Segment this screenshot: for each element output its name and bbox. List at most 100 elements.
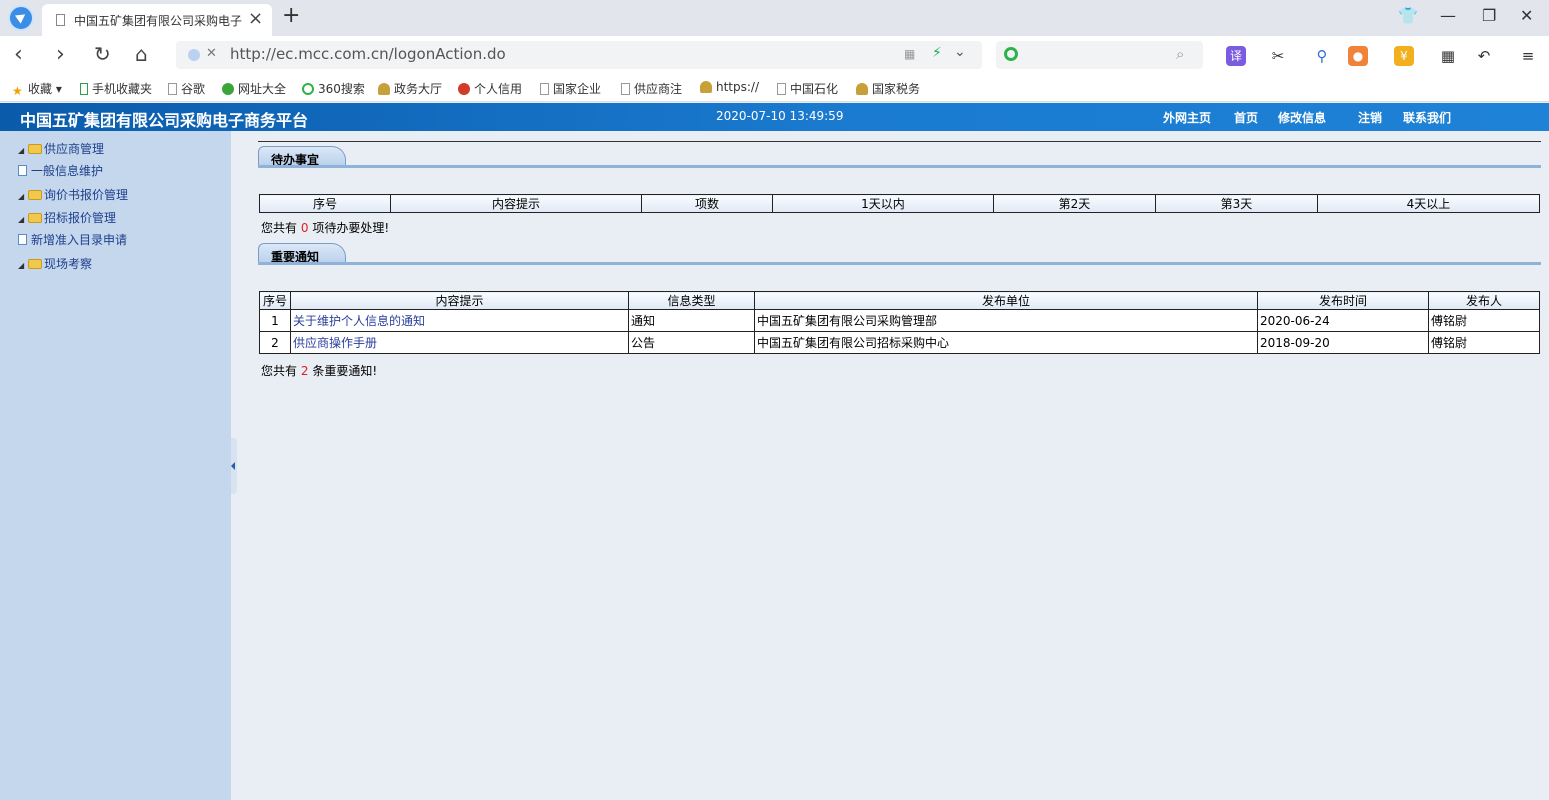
- bookmark-mobile[interactable]: 手机收藏夹: [80, 80, 152, 97]
- skin-icon[interactable]: 👕: [1398, 6, 1418, 25]
- todo-count: 0: [300, 221, 309, 235]
- notices-section-title: 重要通知: [258, 243, 347, 264]
- insecure-icon: ✕: [206, 46, 217, 61]
- game-icon[interactable]: ●: [1348, 46, 1368, 66]
- column-header: 项数: [641, 194, 773, 213]
- column-header: 1天以内: [772, 194, 994, 213]
- sidebar-item-general-info[interactable]: 一般信息维护: [18, 162, 103, 179]
- expand-icon[interactable]: ◢: [18, 192, 28, 201]
- table-header-row: 序号 内容提示 项数 1天以内 第2天 第3天 4天以上: [259, 194, 1540, 213]
- undo-icon[interactable]: ↶: [1474, 46, 1494, 66]
- expand-icon[interactable]: ◢: [18, 146, 28, 155]
- apps-grid-icon[interactable]: ▦: [1438, 46, 1458, 66]
- find-icon[interactable]: ⚲: [1312, 46, 1332, 66]
- sidebar-item-inquiry-quote[interactable]: ◢ 询价书报价管理: [18, 186, 128, 203]
- column-header: 内容提示: [390, 194, 642, 213]
- folder-icon: [28, 144, 42, 154]
- current-datetime: 2020-07-10 13:49:59: [716, 109, 844, 123]
- column-header: 信息类型: [628, 291, 755, 310]
- notice-type: 公告: [628, 331, 755, 354]
- nav-home[interactable]: 首页: [1234, 109, 1258, 126]
- browser-tab[interactable]: 中国五矿集团有限公司采购电子 ×: [42, 4, 272, 36]
- notices-table: 序号 内容提示 信息类型 发布单位 发布时间 发布人 1 关于维护个人信息的通知…: [259, 291, 1540, 354]
- divider: [258, 262, 1541, 265]
- page-icon: [56, 14, 65, 26]
- document-icon: [18, 234, 27, 245]
- search-engine-icon[interactable]: [1004, 47, 1018, 61]
- divider: [258, 141, 1541, 142]
- bookmark-tax[interactable]: 国家税务: [856, 80, 924, 97]
- bookmarks-bar: ★ 收藏 ▾ 手机收藏夹 谷歌 网址大全 360搜索 政务大厅 个人信用 国家企业…: [0, 76, 1549, 102]
- new-tab-button[interactable]: +: [282, 3, 300, 28]
- notice-publisher: 傅铭尉: [1428, 331, 1540, 354]
- notice-link[interactable]: 供应商操作手册: [290, 331, 629, 354]
- folder-icon: [28, 213, 42, 223]
- row-number: 2: [259, 331, 291, 354]
- row-number: 1: [259, 309, 291, 332]
- restore-icon[interactable]: ❐: [1482, 6, 1496, 25]
- security-icon[interactable]: [188, 49, 200, 61]
- table-row: 2 供应商操作手册 公告 中国五矿集团有限公司招标采购中心 2018-09-20…: [259, 331, 1540, 354]
- tab-title: 中国五矿集团有限公司采购电子: [74, 14, 243, 28]
- bookmark-https[interactable]: https://: [700, 80, 764, 94]
- wallet-icon[interactable]: ¥: [1394, 46, 1414, 66]
- nav-external-home[interactable]: 外网主页: [1163, 109, 1211, 126]
- browser-tabbar: 中国五矿集团有限公司采购电子 × + 👕 — ❐ ✕: [0, 0, 1549, 36]
- address-bar[interactable]: ✕ http://ec.mcc.com.cn/logonAction.do ▦ …: [176, 41, 982, 69]
- column-header: 第3天: [1155, 194, 1318, 213]
- site-title: 中国五矿集团有限公司采购电子商务平台: [20, 111, 309, 130]
- bookmark-sinopec[interactable]: 中国石化: [777, 80, 843, 97]
- sidebar-item-catalog-application[interactable]: 新增准入目录申请: [18, 231, 127, 248]
- bookmark-google[interactable]: 谷歌: [168, 80, 205, 97]
- notice-unit: 中国五矿集团有限公司采购管理部: [754, 309, 1258, 332]
- close-tab-icon[interactable]: ×: [248, 8, 263, 29]
- minimize-icon[interactable]: —: [1440, 6, 1456, 25]
- nav-contact[interactable]: 联系我们: [1403, 109, 1451, 126]
- reload-icon[interactable]: ↻: [94, 42, 111, 66]
- expand-icon[interactable]: ◢: [18, 215, 28, 224]
- address-url[interactable]: http://ec.mcc.com.cn/logonAction.do: [230, 45, 506, 63]
- nav-logout[interactable]: 注销: [1358, 109, 1382, 126]
- folder-icon: [28, 190, 42, 200]
- todo-section-header: 待办事宜: [258, 143, 1541, 168]
- divider: [258, 165, 1541, 168]
- search-box[interactable]: ⌕: [996, 41, 1203, 69]
- qr-code-icon[interactable]: ▦: [904, 47, 915, 61]
- close-window-icon[interactable]: ✕: [1520, 6, 1533, 25]
- nav-edit-info[interactable]: 修改信息: [1278, 109, 1326, 126]
- notice-link[interactable]: 关于维护个人信息的通知: [290, 309, 629, 332]
- chevron-down-icon[interactable]: ⌄: [954, 44, 966, 60]
- sidebar: ◢ 供应商管理 一般信息维护 ◢ 询价书报价管理 ◢ 招标报价管理 新增准入目录申请 …: [0, 131, 231, 800]
- translate-icon[interactable]: 译: [1226, 46, 1246, 66]
- notice-unit: 中国五矿集团有限公司招标采购中心: [754, 331, 1258, 354]
- forward-icon[interactable]: ›: [56, 42, 65, 67]
- browser-logo-icon[interactable]: [8, 5, 34, 31]
- column-header: 发布人: [1428, 291, 1540, 310]
- sidebar-item-site-inspection[interactable]: ◢ 现场考察: [18, 255, 92, 272]
- bookmark-supplier[interactable]: 供应商注: [621, 80, 687, 97]
- bookmark-favorites[interactable]: ★ 收藏 ▾: [12, 80, 62, 97]
- search-icon[interactable]: ⌕: [1176, 45, 1184, 63]
- back-icon[interactable]: ‹: [14, 42, 23, 67]
- bookmark-gov[interactable]: 政务大厅: [378, 80, 442, 97]
- bookmark-360[interactable]: 360搜索: [302, 80, 365, 97]
- expand-icon[interactable]: ◢: [18, 261, 28, 270]
- bookmark-hao[interactable]: 网址大全: [222, 80, 286, 97]
- home-icon[interactable]: ⌂: [135, 42, 148, 66]
- menu-icon[interactable]: ≡: [1518, 46, 1538, 66]
- folder-icon: [28, 259, 42, 269]
- sidebar-item-supplier-management[interactable]: ◢ 供应商管理: [18, 140, 104, 157]
- scissors-icon[interactable]: ✂: [1268, 46, 1288, 66]
- bookmark-enterprise[interactable]: 国家企业: [540, 80, 606, 97]
- browser-toolbar: ‹ › ↻ ⌂ ✕ http://ec.mcc.com.cn/logonActi…: [0, 36, 1549, 76]
- sidebar-collapse-handle[interactable]: [231, 438, 237, 494]
- notice-date: 2018-09-20: [1257, 331, 1429, 354]
- document-icon: [18, 165, 27, 176]
- speed-mode-icon[interactable]: ⚡: [932, 45, 942, 61]
- sidebar-item-tender-quote[interactable]: ◢ 招标报价管理: [18, 209, 116, 226]
- todo-section-title: 待办事宜: [258, 146, 347, 167]
- site-header: 中国五矿集团有限公司采购电子商务平台 2020-07-10 13:49:59 外…: [0, 103, 1549, 131]
- notices-count: 2: [300, 364, 309, 378]
- bookmark-credit[interactable]: 个人信用: [458, 80, 526, 97]
- notices-summary: 您共有 2 条重要通知!: [261, 364, 378, 378]
